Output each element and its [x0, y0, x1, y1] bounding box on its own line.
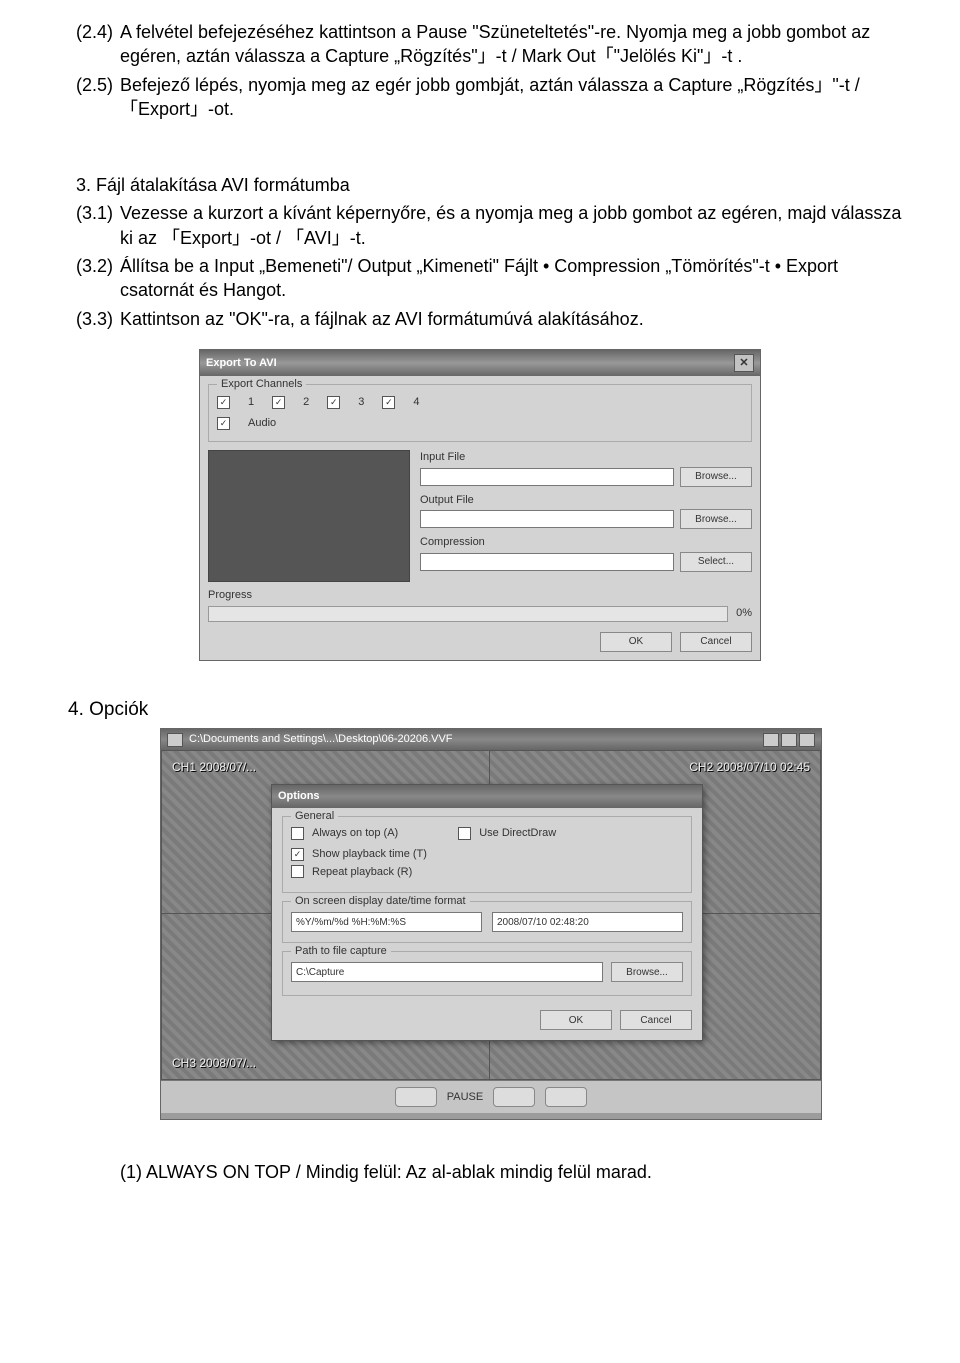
output-browse-button[interactable]: Browse... — [680, 509, 752, 529]
text-2-4: A felvétel befejezéséhez kattintson a Pa… — [120, 22, 870, 66]
text-3-3: Kattintson az "OK"-ra, a fájlnak az AVI … — [120, 309, 644, 329]
progress-bar — [208, 606, 728, 622]
osd-sample-field: 2008/07/10 02:48:20 — [492, 912, 683, 932]
player-controls: PAUSE — [161, 1080, 821, 1113]
capture-path-field[interactable]: C:\Capture — [291, 962, 603, 982]
dialog-title: Export To AVI — [206, 356, 277, 371]
general-group-label: General — [291, 809, 338, 824]
speed-button[interactable] — [545, 1087, 587, 1107]
label-show-time: Show playback time (T) — [312, 847, 427, 862]
player-titlebar: C:\Documents and Settings\...\Desktop\06… — [161, 729, 821, 750]
checkbox-show-time[interactable]: ✓ — [291, 848, 304, 861]
instruction-3-3: (3.3)Kattintson az "OK"-ra, a fájlnak az… — [50, 307, 910, 331]
options-ok-button[interactable]: OK — [540, 1010, 612, 1030]
capture-path-group-label: Path to file capture — [291, 944, 391, 959]
input-browse-button[interactable]: Browse... — [680, 467, 752, 487]
label-always-top: Always on top (A) — [312, 826, 398, 841]
player-path: C:\Documents and Settings\...\Desktop\06… — [189, 732, 453, 747]
text-3-1: Vezesse a kurzort a kívánt képernyőre, é… — [120, 203, 901, 247]
stop-button[interactable] — [493, 1087, 535, 1107]
play-button[interactable] — [395, 1087, 437, 1107]
label-ch4: 4 — [413, 395, 419, 410]
export-channels-group: Export Channels ✓1 ✓2 ✓3 ✓4 ✓Audio — [208, 384, 752, 442]
options-dialog: Options General Always on top (A) U — [271, 784, 703, 1041]
capture-browse-button[interactable]: Browse... — [611, 962, 683, 982]
num-3-2: (3.2) — [76, 254, 120, 278]
label-audio: Audio — [248, 416, 276, 431]
progress-percent: 0% — [736, 606, 752, 621]
output-file-label: Output File — [420, 493, 752, 508]
instruction-3-2: (3.2)Állítsa be a Input „Bemeneti"/ Outp… — [50, 254, 910, 303]
pause-label: PAUSE — [447, 1090, 483, 1105]
checkbox-directdraw[interactable] — [458, 827, 471, 840]
checkbox-ch1[interactable]: ✓ — [217, 396, 230, 409]
label-ch2: 2 — [303, 395, 309, 410]
options-cancel-button[interactable]: Cancel — [620, 1010, 692, 1030]
num-3-3: (3.3) — [76, 307, 120, 331]
minimize-icon[interactable] — [763, 733, 779, 747]
label-ch1: 1 — [248, 395, 254, 410]
instruction-2-4: (2.4)A felvétel befejezéséhez kattintson… — [50, 20, 910, 69]
compression-field[interactable] — [420, 553, 674, 571]
osd-group-label: On screen display date/time format — [291, 894, 470, 909]
app-icon — [167, 733, 183, 747]
ok-button[interactable]: OK — [600, 632, 672, 652]
export-channels-label: Export Channels — [217, 377, 306, 392]
num-2-4: (2.4) — [76, 20, 120, 44]
options-title: Options — [278, 789, 320, 804]
checkbox-ch2[interactable]: ✓ — [272, 396, 285, 409]
text-2-5: Befejező lépés, nyomja meg az egér jobb … — [120, 75, 860, 119]
instruction-2-5: (2.5)Befejező lépés, nyomja meg az egér … — [50, 73, 910, 122]
label-repeat: Repeat playback (R) — [312, 865, 412, 880]
cam3-label: CH3 2008/07/... — [168, 1053, 260, 1073]
footer-instruction-1: (1) ALWAYS ON TOP / Mindig felül: Az al-… — [50, 1160, 910, 1184]
close-icon[interactable]: ✕ — [734, 354, 754, 372]
instruction-3-1: (3.1)Vezesse a kurzort a kívánt képernyő… — [50, 201, 910, 250]
checkbox-ch4[interactable]: ✓ — [382, 396, 395, 409]
cam1-label: CH1 2008/07/... — [168, 757, 260, 777]
player-window: C:\Documents and Settings\...\Desktop\06… — [160, 728, 822, 1120]
progress-label: Progress — [208, 588, 752, 603]
cam2-label: CH2 2008/07/10 02:45 — [685, 757, 814, 777]
export-avi-dialog: Export To AVI ✕ Export Channels ✓ 1 ✓ 2 ✓ 3… — [199, 349, 761, 661]
dialog-titlebar: Export To AVI ✕ — [200, 350, 760, 376]
close-icon[interactable] — [799, 733, 815, 747]
video-quad-area: CH1 2008/07/... CH2 2008/07/10 02:45 CH3… — [161, 750, 821, 1080]
num-2-5: (2.5) — [76, 73, 120, 97]
text-3-2: Állítsa be a Input „Bemeneti"/ Output „K… — [120, 256, 838, 300]
input-file-label: Input File — [420, 450, 752, 465]
osd-format-field[interactable]: %Y/%m/%d %H:%M:%S — [291, 912, 482, 932]
checkbox-ch3[interactable]: ✓ — [327, 396, 340, 409]
preview-pane — [208, 450, 410, 582]
label-directdraw: Use DirectDraw — [479, 826, 556, 841]
input-file-field[interactable] — [420, 468, 674, 486]
label-ch3: 3 — [358, 395, 364, 410]
compression-label: Compression — [420, 535, 752, 550]
cancel-button[interactable]: Cancel — [680, 632, 752, 652]
checkbox-always-top[interactable] — [291, 827, 304, 840]
section-4-title: 4. Opciók — [68, 697, 910, 723]
maximize-icon[interactable] — [781, 733, 797, 747]
checkbox-audio[interactable]: ✓ — [217, 417, 230, 430]
num-3-1: (3.1) — [76, 201, 120, 225]
section-3-title: 3. Fájl átalakítása AVI formátumba — [50, 173, 910, 197]
compression-select-button[interactable]: Select... — [680, 552, 752, 572]
checkbox-repeat[interactable] — [291, 865, 304, 878]
output-file-field[interactable] — [420, 510, 674, 528]
